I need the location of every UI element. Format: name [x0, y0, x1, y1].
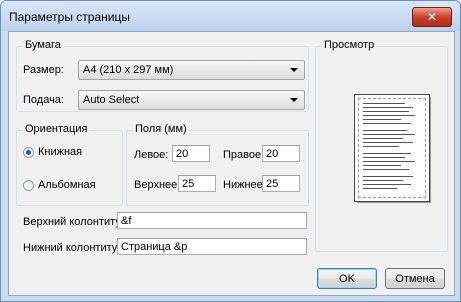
footer-field[interactable] — [117, 238, 307, 255]
paper-group: Бумага Размер: A4 (210 x 297 мм) Подача:… — [16, 39, 309, 112]
close-icon: ✕ — [426, 10, 438, 24]
chevron-down-icon — [290, 68, 298, 72]
radio-selected-dot — [26, 150, 31, 155]
preview-text-line — [363, 157, 405, 158]
preview-margin-box — [358, 98, 426, 198]
preview-text-line — [363, 123, 411, 124]
footer-label: Нижний колонтитул: — [23, 242, 127, 254]
radio-landscape[interactable]: Альбомная — [23, 178, 118, 194]
preview-group: Просмотр — [315, 39, 448, 252]
margin-right-field[interactable] — [262, 145, 300, 162]
preview-text-line — [363, 134, 415, 135]
margin-top-input[interactable] — [179, 176, 215, 191]
paper-size-select[interactable]: A4 (210 x 297 мм) — [78, 60, 305, 80]
margin-top-label: Верхнее: — [134, 179, 181, 191]
footer-input[interactable] — [118, 239, 306, 254]
preview-text-line — [363, 115, 415, 116]
paper-source-select[interactable]: Auto Select — [78, 90, 305, 110]
preview-text-line — [363, 142, 413, 143]
margin-left-input[interactable] — [173, 146, 209, 161]
header-input[interactable] — [118, 213, 306, 228]
radio-landscape-label: Альбомная — [38, 179, 96, 191]
paper-legend: Бумага — [23, 39, 63, 51]
radio-portrait-indicator[interactable] — [23, 147, 34, 158]
margins-group: Поля (мм) Левое: Правое: Верхнее: Нижнее… — [126, 123, 309, 206]
paper-size-value: A4 (210 x 297 мм) — [83, 64, 174, 76]
chevron-down-icon — [290, 98, 298, 102]
header-label: Верхний колонтитул: — [23, 216, 130, 228]
preview-text-line — [363, 111, 409, 112]
preview-text-line — [363, 180, 403, 181]
preview-legend: Просмотр — [322, 39, 377, 51]
preview-text-line — [363, 146, 399, 147]
preview-text-line — [363, 184, 411, 185]
orientation-group: Ориентация Книжная Альбомная — [16, 123, 123, 206]
preview-page — [354, 94, 430, 202]
paper-size-label: Размер: — [23, 64, 64, 76]
preview-text-line — [363, 188, 397, 189]
preview-text-line — [363, 119, 401, 120]
preview-text-line — [363, 161, 415, 162]
preview-text-line — [363, 176, 413, 177]
margin-bottom-field[interactable] — [262, 175, 300, 192]
preview-text-line — [363, 130, 407, 131]
margin-left-label: Левое: — [134, 149, 169, 161]
cancel-button[interactable]: Отмена — [385, 268, 445, 289]
margins-legend: Поля (мм) — [133, 123, 189, 135]
page-setup-dialog: Параметры страницы ✕ Бумага Размер: A4 (… — [0, 0, 461, 302]
margin-bottom-input[interactable] — [263, 176, 299, 191]
orientation-legend: Ориентация — [23, 123, 90, 135]
margin-right-label: Правое: — [223, 149, 265, 161]
title-bar: Параметры страницы ✕ — [1, 1, 460, 31]
preview-text-line — [363, 169, 409, 170]
preview-text-line — [363, 107, 413, 108]
preview-text-line — [363, 138, 403, 139]
margin-right-input[interactable] — [263, 146, 299, 161]
margin-left-field[interactable] — [172, 145, 210, 162]
margin-top-field[interactable] — [178, 175, 216, 192]
ok-button[interactable]: OK — [317, 268, 377, 289]
preview-text-line — [363, 165, 401, 166]
dialog-body: Бумага Размер: A4 (210 x 297 мм) Подача:… — [8, 31, 455, 296]
paper-source-value: Auto Select — [83, 94, 140, 106]
radio-landscape-indicator[interactable] — [23, 180, 34, 191]
radio-portrait[interactable]: Книжная — [23, 145, 118, 161]
preview-text-line — [363, 103, 405, 104]
radio-portrait-label: Книжная — [38, 146, 83, 158]
margin-bottom-label: Нижнее: — [223, 179, 266, 191]
close-button[interactable]: ✕ — [412, 7, 452, 27]
header-field[interactable] — [117, 212, 307, 229]
paper-source-label: Подача: — [23, 94, 64, 106]
window-title: Параметры страницы — [9, 10, 130, 24]
preview-text-line — [363, 153, 411, 154]
